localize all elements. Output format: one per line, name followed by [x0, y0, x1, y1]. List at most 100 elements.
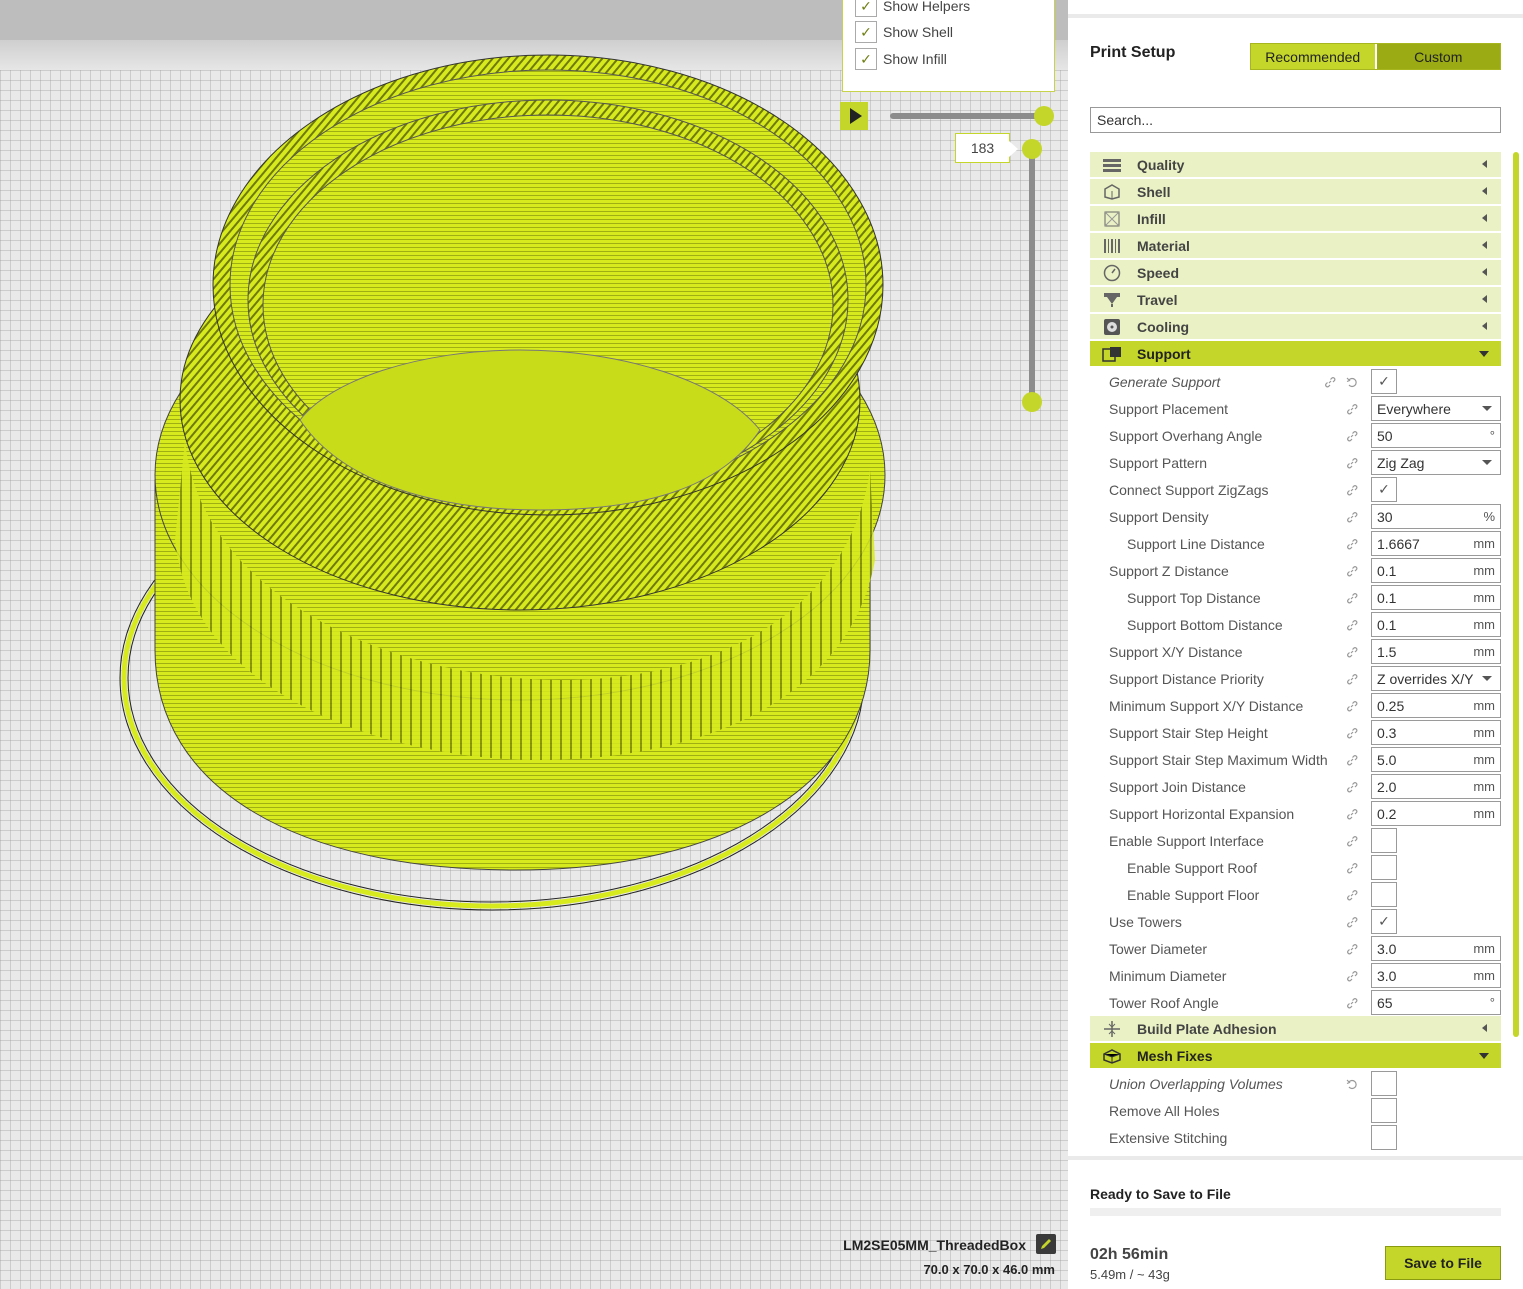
category-build-plate-adhesion[interactable]: Build Plate Adhesion: [1090, 1016, 1501, 1041]
save-to-file-button[interactable]: Save to File: [1385, 1246, 1501, 1280]
material-icon: [1102, 237, 1122, 255]
tower-diameter-input[interactable]: 3.0 mm: [1371, 936, 1501, 961]
support-x-y-distance-input[interactable]: 1.5 mm: [1371, 639, 1501, 664]
category-speed[interactable]: Speed: [1090, 260, 1501, 285]
link-icon: [1346, 834, 1358, 847]
category-support[interactable]: Support: [1090, 341, 1501, 366]
field-value: Everywhere: [1377, 400, 1451, 417]
chevron-left-icon: [1482, 160, 1487, 168]
remove-all-holes-checkbox[interactable]: [1371, 1098, 1397, 1123]
setting-label: Tower Roof Angle: [1109, 994, 1219, 1011]
setting-union-overlapping-volumes: Union Overlapping Volumes: [1090, 1070, 1501, 1097]
infill-icon: [1102, 210, 1122, 228]
settings-search-input[interactable]: [1090, 107, 1501, 133]
setting-label: Support Horizontal Expansion: [1109, 805, 1295, 822]
support-join-distance-input[interactable]: 2.0 mm: [1371, 774, 1501, 799]
support-z-distance-input[interactable]: 0.1 mm: [1371, 558, 1501, 583]
show-helpers-checkbox[interactable]: ✓: [855, 0, 877, 17]
category-travel[interactable]: Travel: [1090, 287, 1501, 312]
field-unit: °: [1489, 428, 1495, 443]
layer-slider-bottom-handle[interactable]: [1022, 392, 1042, 412]
field-value: 3.0: [1377, 967, 1397, 984]
show-helpers-label: Show Helpers: [883, 0, 971, 14]
tower-roof-angle-input[interactable]: 65 °: [1371, 990, 1501, 1015]
field-value: 0.3: [1377, 724, 1397, 741]
3d-viewport[interactable]: ✓ Show Helpers ✓ Show Shell ✓ Show Infil…: [0, 0, 1068, 1289]
show-shell-checkbox[interactable]: ✓: [855, 21, 877, 43]
extensive-stitching-checkbox[interactable]: [1371, 1125, 1397, 1150]
layer-number-input[interactable]: 183: [955, 133, 1018, 163]
connect-support-zigzags-checkbox[interactable]: ✓: [1371, 477, 1397, 502]
support-stair-step-height-input[interactable]: 0.3 mm: [1371, 720, 1501, 745]
model-dimensions: 70.0 x 70.0 x 46.0 mm: [923, 1262, 1055, 1277]
category-label: Infill: [1137, 210, 1166, 227]
custom-mode-button[interactable]: Custom: [1376, 44, 1500, 69]
edit-job-name-button[interactable]: [1036, 1234, 1056, 1254]
support-overhang-angle-input[interactable]: 50 °: [1371, 423, 1501, 448]
setting-label: Enable Support Interface: [1109, 832, 1264, 849]
category-cooling[interactable]: Cooling: [1090, 314, 1501, 339]
minimum-support-x-y-distance-input[interactable]: 0.25 mm: [1371, 693, 1501, 718]
show-infill-option[interactable]: ✓ Show Infill: [855, 47, 947, 71]
model-render[interactable]: [0, 0, 1068, 1289]
layer-slider-track[interactable]: [1029, 150, 1035, 400]
simulation-slider-track[interactable]: [890, 113, 1045, 119]
layer-slider-top-handle[interactable]: [1022, 139, 1042, 159]
support-placement-select[interactable]: Everywhere: [1371, 396, 1501, 421]
setting-generate-support: Generate Support ✓: [1090, 368, 1501, 395]
link-icon: [1346, 537, 1358, 550]
recommended-mode-button[interactable]: Recommended: [1251, 44, 1377, 69]
support-line-distance-input[interactable]: 1.6667 mm: [1371, 531, 1501, 556]
field-value: 1.5: [1377, 643, 1397, 660]
play-simulation-button[interactable]: [840, 102, 868, 130]
show-infill-checkbox[interactable]: ✓: [855, 48, 877, 70]
support-density-input[interactable]: 30%: [1371, 504, 1501, 529]
cooling-icon: [1102, 318, 1122, 336]
support-stair-step-maximum-width-input[interactable]: 5.0 mm: [1371, 747, 1501, 772]
simulation-slider-handle[interactable]: [1034, 106, 1054, 126]
link-icon: [1346, 672, 1358, 685]
minimum-diameter-input[interactable]: 3.0 mm: [1371, 963, 1501, 988]
reset-icon[interactable]: [1346, 375, 1358, 388]
support-distance-priority-select[interactable]: Z overrides X/Y: [1371, 666, 1501, 691]
reset-icon[interactable]: [1346, 1077, 1358, 1090]
setting-tower-roof-angle: Tower Roof Angle 65 °: [1090, 989, 1501, 1016]
setting-label: Support Line Distance: [1127, 535, 1265, 552]
generate-support-checkbox[interactable]: ✓: [1371, 369, 1397, 394]
use-towers-checkbox[interactable]: ✓: [1371, 909, 1397, 934]
enable-support-interface-checkbox[interactable]: [1371, 828, 1397, 853]
setting-label: Union Overlapping Volumes: [1109, 1075, 1283, 1092]
link-icon: [1346, 807, 1358, 820]
support-bottom-distance-input[interactable]: 0.1 mm: [1371, 612, 1501, 637]
show-helpers-option[interactable]: ✓ Show Helpers: [855, 0, 970, 18]
field-value: 0.1: [1377, 589, 1397, 606]
setting-label: Support Join Distance: [1109, 778, 1246, 795]
enable-support-roof-checkbox[interactable]: [1371, 855, 1397, 880]
link-icon: [1346, 483, 1358, 496]
category-label: Shell: [1137, 183, 1171, 200]
enable-support-floor-checkbox[interactable]: [1371, 882, 1397, 907]
union-overlapping-volumes-checkbox[interactable]: [1371, 1071, 1397, 1096]
setting-label: Support Stair Step Maximum Width: [1109, 751, 1328, 768]
field-value: 0.1: [1377, 616, 1397, 633]
field-value: 0.2: [1377, 805, 1397, 822]
setting-label: Support X/Y Distance: [1109, 643, 1243, 660]
category-quality[interactable]: Quality: [1090, 152, 1501, 177]
support-pattern-select[interactable]: Zig Zag: [1371, 450, 1501, 475]
settings-scrollbar[interactable]: [1513, 152, 1519, 1037]
category-mesh-fixes[interactable]: Mesh Fixes: [1090, 1043, 1501, 1068]
category-material[interactable]: Material: [1090, 233, 1501, 258]
status-area: Ready to Save to File 02h 56min 5.49m / …: [1068, 1156, 1523, 1289]
field-unit: mm: [1473, 968, 1495, 983]
checkmark-icon: ✓: [1378, 913, 1390, 929]
field-value: Zig Zag: [1377, 454, 1425, 471]
category-infill[interactable]: Infill: [1090, 206, 1501, 231]
support-top-distance-input[interactable]: 0.1 mm: [1371, 585, 1501, 610]
setting-minimum-support-x-y-distance: Minimum Support X/Y Distance 0.25 mm: [1090, 692, 1501, 719]
support-horizontal-expansion-input[interactable]: 0.2 mm: [1371, 801, 1501, 826]
category-label: Cooling: [1137, 318, 1190, 335]
show-shell-option[interactable]: ✓ Show Shell: [855, 20, 953, 44]
field-unit: mm: [1473, 590, 1495, 605]
view-options-panel: ✓ Show Helpers ✓ Show Shell ✓ Show Infil…: [842, 0, 1055, 92]
category-shell[interactable]: Shell: [1090, 179, 1501, 204]
